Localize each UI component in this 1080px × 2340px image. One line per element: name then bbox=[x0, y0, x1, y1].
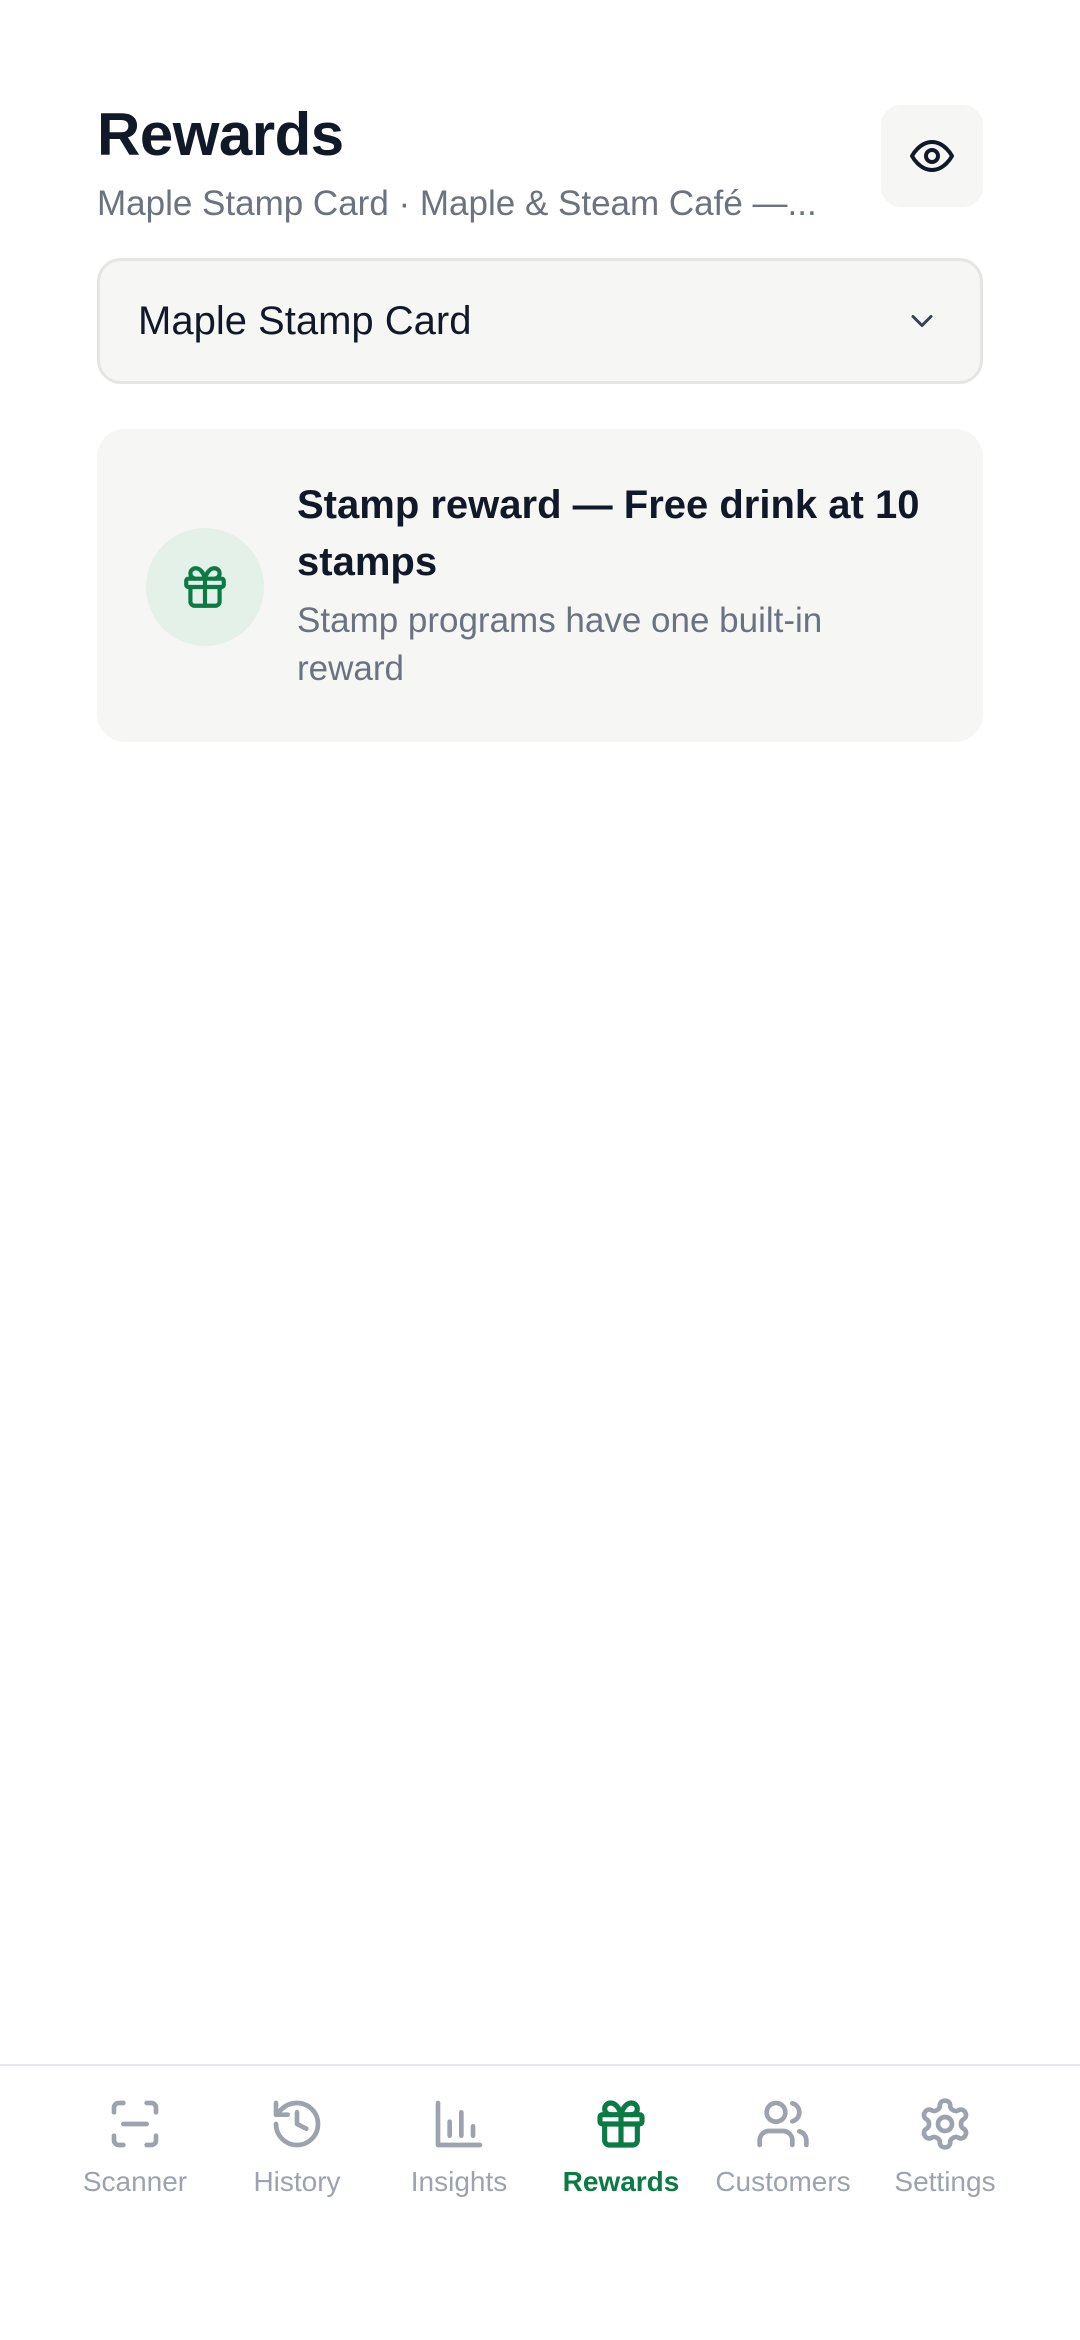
gift-icon bbox=[589, 2092, 653, 2156]
nav-item-scanner[interactable]: Scanner bbox=[55, 2092, 215, 2212]
bar-chart-icon bbox=[427, 2092, 491, 2156]
nav-label-insights: Insights bbox=[410, 2166, 508, 2197]
reward-card: Stamp reward — Free drink at 10 stamps S… bbox=[97, 429, 983, 742]
scan-icon bbox=[103, 2092, 167, 2156]
nav-item-customers[interactable]: Customers bbox=[703, 2092, 863, 2212]
page-header: Rewards Maple Stamp Card · Maple & Steam… bbox=[97, 100, 983, 223]
gear-icon bbox=[913, 2092, 977, 2156]
gift-icon bbox=[184, 566, 226, 608]
nav-item-rewards[interactable]: Rewards bbox=[541, 2092, 701, 2212]
reward-icon-badge bbox=[146, 528, 264, 646]
nav-label-scanner: Scanner bbox=[82, 2166, 188, 2197]
program-select-value: Maple Stamp Card bbox=[138, 298, 472, 343]
nav-item-insights[interactable]: Insights bbox=[379, 2092, 539, 2212]
nav-label-history: History bbox=[253, 2166, 341, 2197]
program-select[interactable]: Maple Stamp Card bbox=[97, 258, 983, 384]
users-icon bbox=[751, 2092, 815, 2156]
eye-icon bbox=[910, 140, 954, 172]
nav-item-history[interactable]: History bbox=[217, 2092, 377, 2212]
page-title: Rewards bbox=[97, 101, 344, 168]
page-subtitle: Maple Stamp Card · Maple & Steam Café —.… bbox=[97, 184, 817, 223]
chevron-down-icon bbox=[902, 301, 942, 341]
reward-title: Stamp reward — Free drink at 10 stamps bbox=[297, 483, 920, 584]
bottom-nav: Scanner History Insights Rewards Custome… bbox=[0, 2064, 1080, 2340]
nav-label-rewards: Rewards bbox=[562, 2166, 680, 2197]
history-icon bbox=[265, 2092, 329, 2156]
nav-label-customers: Customers bbox=[715, 2166, 851, 2197]
reward-description: Stamp programs have one built-in reward bbox=[297, 601, 823, 688]
nav-item-settings[interactable]: Settings bbox=[865, 2092, 1025, 2212]
nav-label-settings: Settings bbox=[894, 2166, 996, 2197]
preview-button[interactable] bbox=[881, 105, 983, 207]
